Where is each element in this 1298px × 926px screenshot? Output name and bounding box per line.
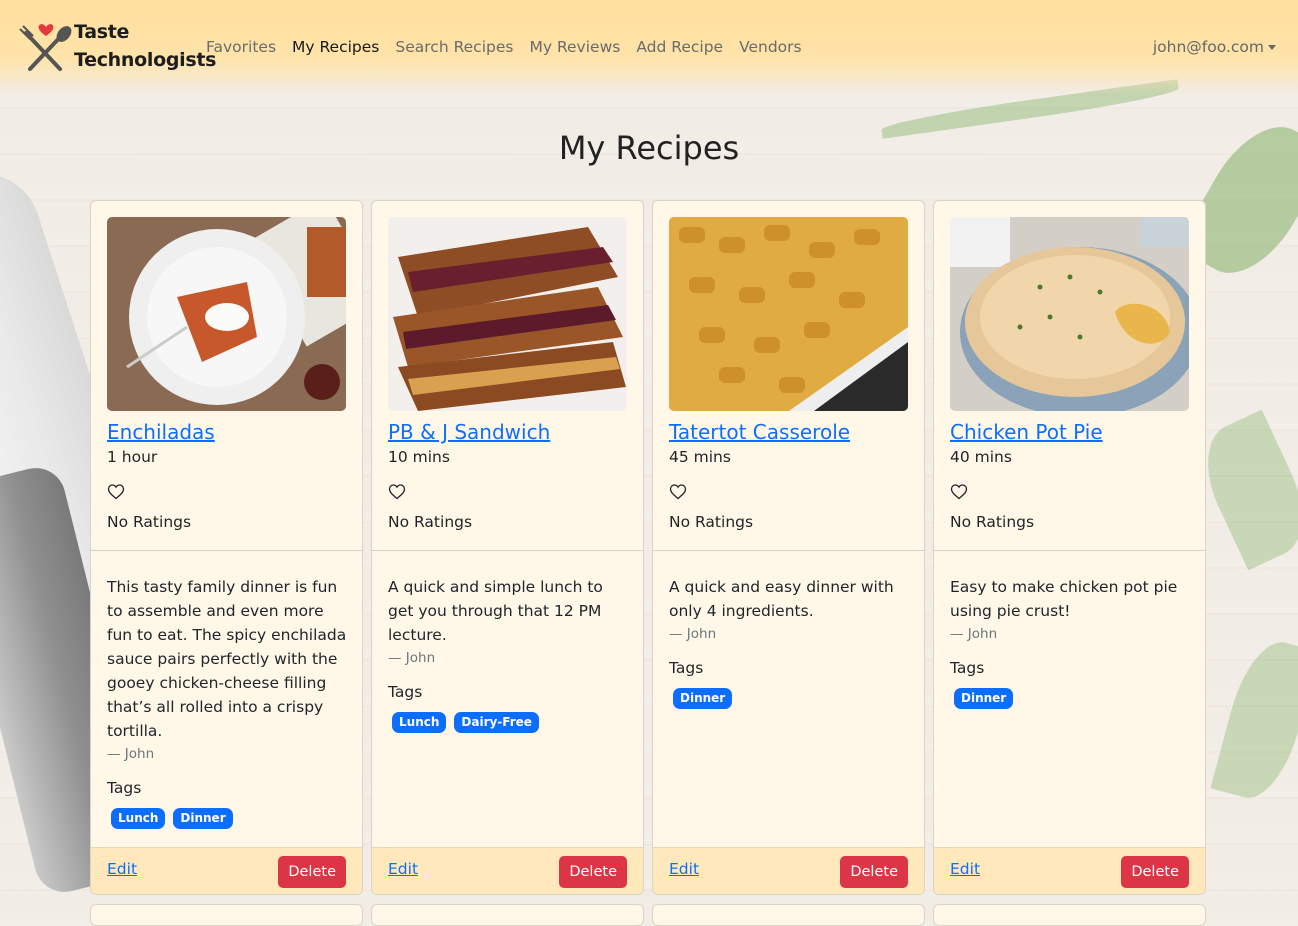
tags-label: Tags [388, 683, 423, 701]
delete-button[interactable]: Delete [840, 856, 908, 888]
nav-favorites[interactable]: Favorites [206, 36, 276, 58]
recipe-author: — John [669, 626, 717, 642]
card-body: Easy to make chicken pot pie using pie c… [950, 575, 1190, 709]
brand-logo[interactable]: Taste Technologists [18, 18, 216, 74]
recipe-rating: No Ratings [107, 513, 192, 531]
nav-my-reviews[interactable]: My Reviews [529, 36, 620, 58]
card-body: A quick and simple lunch to get you thro… [388, 575, 628, 733]
fork-spoon-heart-icon [18, 19, 72, 73]
heart-icon[interactable] [950, 483, 968, 501]
delete-button[interactable]: Delete [1121, 856, 1189, 888]
recipe-description: A quick and easy dinner with only 4 ingr… [669, 578, 894, 620]
recipe-title-link[interactable]: Tatertot Casserole [669, 418, 850, 446]
recipe-card-partial [933, 904, 1206, 926]
user-email: john@foo.com [1152, 38, 1264, 56]
page-title: My Recipes [558, 129, 740, 167]
recipe-author: — John [107, 746, 155, 762]
card-footer: Edit Delete [91, 847, 362, 894]
recipe-title-link[interactable]: Chicken Pot Pie [950, 418, 1103, 446]
recipe-card: Tatertot Casserole 45 mins No Ratings A … [652, 200, 925, 895]
recipe-time: 45 mins [669, 448, 731, 466]
recipe-author: — John [950, 626, 998, 642]
recipe-time: 1 hour [107, 448, 158, 466]
tag-badge[interactable]: Lunch [111, 808, 166, 829]
brand-name-line2: Technologists [74, 49, 217, 71]
heart-icon[interactable] [388, 483, 406, 501]
recipe-card: PB & J Sandwich 10 mins No Ratings A qui… [371, 200, 644, 895]
tag-badge[interactable]: Dairy-Free [454, 712, 539, 733]
recipe-time: 40 mins [950, 448, 1012, 466]
recipe-card: Enchiladas 1 hour No Ratings This tasty … [90, 200, 363, 895]
tag-list: Lunch Dairy-Free [388, 712, 628, 733]
card-footer: Edit Delete [653, 847, 924, 894]
card-body: A quick and easy dinner with only 4 ingr… [669, 575, 909, 709]
nav-links: Favorites My Recipes Search Recipes My R… [206, 36, 818, 58]
recipe-card-partial [90, 904, 363, 926]
recipe-image-pbj-sandwich [388, 217, 627, 411]
edit-link[interactable]: Edit [950, 858, 980, 880]
tag-badge[interactable]: Dinner [954, 688, 1014, 709]
tag-badge[interactable]: Lunch [392, 712, 447, 733]
recipe-title-link[interactable]: Enchiladas [107, 418, 215, 446]
recipe-rating: No Ratings [669, 513, 754, 531]
edit-link[interactable]: Edit [669, 858, 699, 880]
recipe-rating: No Ratings [950, 513, 1035, 531]
card-divider [934, 550, 1205, 551]
recipe-time: 10 mins [388, 448, 450, 466]
brand-name-line1: Taste [74, 21, 130, 43]
caret-down-icon [1268, 45, 1276, 50]
card-divider [372, 550, 643, 551]
recipe-card: Chicken Pot Pie 40 mins No Ratings Easy … [933, 200, 1206, 895]
recipe-description: A quick and simple lunch to get you thro… [388, 578, 603, 644]
recipe-card-partial [652, 904, 925, 926]
user-menu-dropdown[interactable]: john@foo.com [1153, 36, 1276, 58]
nav-add-recipe[interactable]: Add Recipe [636, 36, 723, 58]
card-footer: Edit Delete [372, 847, 643, 894]
recipe-author: — John [388, 650, 436, 666]
background-leaf [1210, 633, 1298, 807]
card-divider [653, 550, 924, 551]
recipe-title-link[interactable]: PB & J Sandwich [388, 418, 550, 446]
delete-button[interactable]: Delete [559, 856, 627, 888]
recipe-description: This tasty family dinner is fun to assem… [107, 578, 347, 740]
card-footer: Edit Delete [934, 847, 1205, 894]
delete-button[interactable]: Delete [278, 856, 346, 888]
edit-link[interactable]: Edit [388, 858, 418, 880]
recipe-rating: No Ratings [388, 513, 473, 531]
tag-list: Dinner [669, 688, 909, 709]
recipe-description: Easy to make chicken pot pie using pie c… [950, 578, 1178, 620]
card-body: This tasty family dinner is fun to assem… [107, 575, 347, 829]
navbar: Taste Technologists Favorites My Recipes… [0, 0, 1298, 95]
recipe-image-enchiladas [107, 217, 346, 411]
recipe-image-chicken-pot-pie [950, 217, 1189, 411]
recipe-image-tatertot-casserole [669, 217, 908, 411]
nav-my-recipes[interactable]: My Recipes [292, 36, 379, 58]
edit-link[interactable]: Edit [107, 858, 137, 880]
tag-list: Dinner [950, 688, 1190, 709]
tag-badge[interactable]: Dinner [673, 688, 733, 709]
heart-icon[interactable] [107, 483, 125, 501]
nav-vendors[interactable]: Vendors [739, 36, 802, 58]
tag-badge[interactable]: Dinner [173, 808, 233, 829]
heart-icon[interactable] [669, 483, 687, 501]
recipe-card-partial [371, 904, 644, 926]
card-divider [91, 550, 362, 551]
nav-search-recipes[interactable]: Search Recipes [395, 36, 513, 58]
tag-list: Lunch Dinner [107, 808, 347, 829]
tags-label: Tags [107, 779, 142, 797]
tags-label: Tags [669, 659, 704, 677]
brand-name: Taste Technologists [74, 18, 216, 74]
tags-label: Tags [950, 659, 985, 677]
